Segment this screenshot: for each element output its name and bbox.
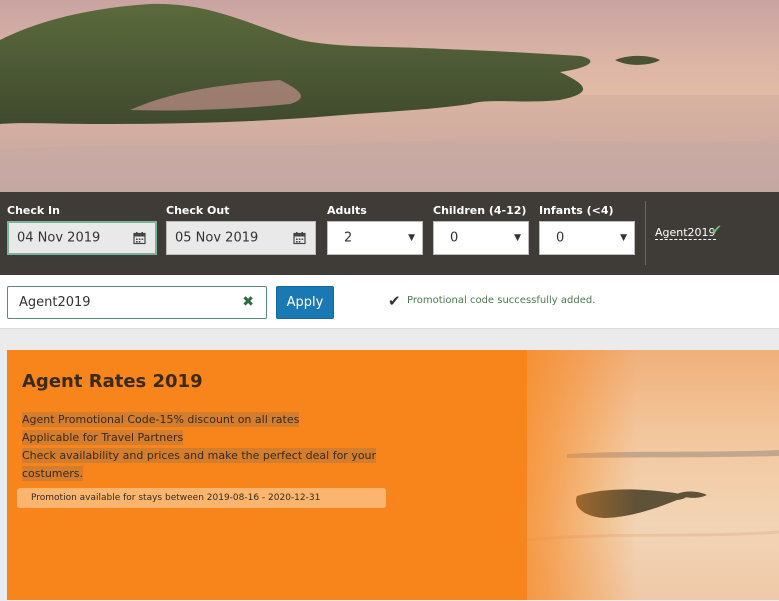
divider [645,201,646,265]
hero-landscape-illustration [0,3,779,192]
adults-value: 2 [344,230,353,246]
calendar-icon[interactable] [293,232,306,245]
calendar-icon[interactable] [133,232,146,245]
check-out-field[interactable]: 05 Nov 2019 [166,221,316,255]
offer-line: Check availability and prices and make t… [22,448,377,463]
infants-value: 0 [556,230,565,246]
promo-code-value: Agent2019 [19,295,91,310]
booking-search-bar: Check In 04 Nov 2019 Check Out 05 Nov 20… [0,192,779,275]
offer-line: costumers. [22,466,84,481]
check-in-label: Check In [7,204,60,217]
children-label: Children (4-12) [433,204,527,217]
check-out-label: Check Out [166,204,230,217]
promo-code-section: Agent2019 ✖ Apply ✔ Promotional code suc… [0,275,779,329]
infants-select[interactable]: 0 ▼ [539,221,635,255]
chevron-down-icon: ▼ [514,233,521,243]
clear-icon[interactable]: ✖ [242,287,254,318]
offer-title: Agent Rates 2019 [22,371,203,392]
check-out-value: 05 Nov 2019 [175,230,259,246]
applied-promo-code[interactable]: Agent2019 [655,226,716,240]
apply-button[interactable]: Apply [276,286,334,319]
promo-code-input[interactable]: Agent2019 ✖ [7,286,267,319]
offer-validity: Promotion available for stays between 20… [17,488,386,508]
children-value: 0 [450,230,459,246]
adults-select[interactable]: 2 ▼ [327,221,423,255]
chevron-down-icon: ▼ [620,233,627,243]
chevron-down-icon: ▼ [408,233,415,243]
offer-card[interactable]: Agent Rates 2019 Agent Promotional Code-… [7,350,779,600]
check-icon: ✔ [711,223,722,238]
children-select[interactable]: 0 ▼ [433,221,529,255]
check-icon: ✔ [388,292,401,310]
hero-image [0,0,779,192]
promo-success-message: Promotional code successfully added. [407,295,596,306]
check-in-field[interactable]: 04 Nov 2019 [7,221,157,255]
offer-description: Agent Promotional Code-15% discount on a… [22,411,377,483]
infants-label: Infants (<4) [539,204,614,217]
offer-line: Agent Promotional Code-15% discount on a… [22,412,300,427]
offer-image-fade [477,350,637,600]
adults-label: Adults [327,204,367,217]
offer-line: Applicable for Travel Partners [22,430,184,445]
check-in-value: 04 Nov 2019 [17,230,101,246]
